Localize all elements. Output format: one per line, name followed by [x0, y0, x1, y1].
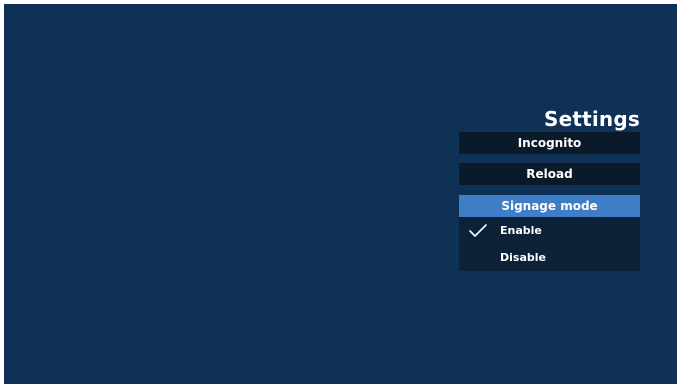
tv-screen: Settings Incognito Reload Signage mode E… — [4, 4, 677, 384]
reload-button[interactable]: Reload — [459, 163, 640, 185]
option-enable[interactable]: Enable — [459, 217, 640, 244]
signage-mode-dropdown: Signage mode Enable Disable — [459, 195, 640, 271]
settings-title: Settings — [543, 107, 640, 131]
option-enable-label: Enable — [500, 224, 542, 237]
option-disable[interactable]: Disable — [459, 244, 640, 271]
checkmark-icon — [469, 224, 487, 237]
signage-mode-header[interactable]: Signage mode — [459, 195, 640, 217]
incognito-button[interactable]: Incognito — [459, 132, 640, 154]
option-disable-label: Disable — [500, 251, 546, 264]
